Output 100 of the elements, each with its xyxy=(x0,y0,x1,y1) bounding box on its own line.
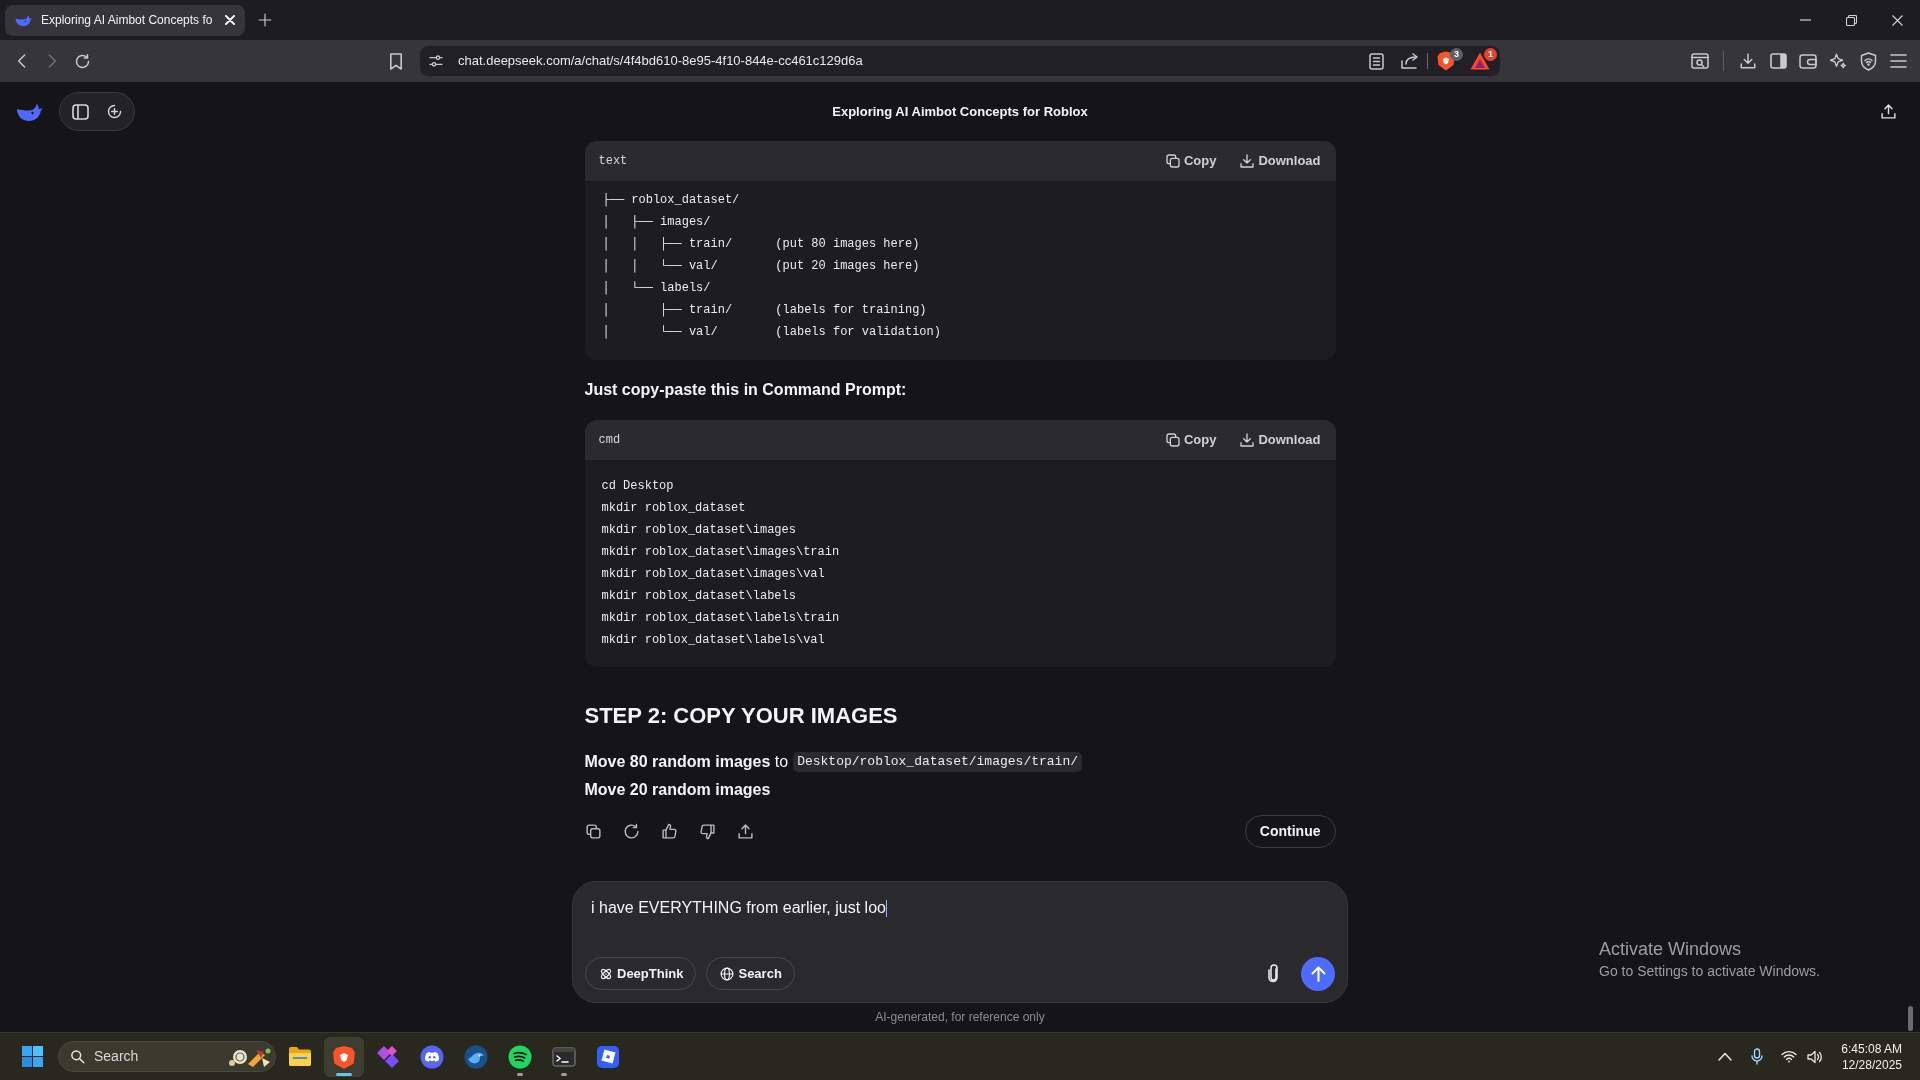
thumbs-down-icon xyxy=(699,823,716,840)
message-input[interactable]: i have EVERYTHING from earlier, just loo xyxy=(585,896,1335,920)
refresh-icon xyxy=(623,823,640,840)
code-line: mkdir roblox_dataset\images xyxy=(601,522,797,539)
code-line: mkdir roblox_dataset xyxy=(601,500,747,517)
code-language-label: cmd xyxy=(598,432,621,449)
notification-badge: 3 xyxy=(1450,48,1463,61)
thumbs-up-icon xyxy=(661,823,678,840)
atom-icon xyxy=(599,966,613,981)
share-button[interactable] xyxy=(736,822,755,841)
search-field[interactable]: Search xyxy=(58,1041,276,1072)
code-line: │ ├── train/ (labels for training) xyxy=(602,302,928,319)
restore-icon xyxy=(1845,14,1857,26)
download-icon xyxy=(1239,432,1256,448)
copy-code-button[interactable]: Copy xyxy=(1164,430,1217,450)
notification-badge: 1 xyxy=(1484,48,1497,61)
wifi-icon[interactable] xyxy=(1781,1050,1798,1063)
page-search-icon xyxy=(1691,53,1709,69)
copy-button[interactable] xyxy=(584,822,603,841)
download-icon xyxy=(1239,153,1256,169)
tiles-icon xyxy=(376,1044,400,1069)
inline-code: Desktop/roblox_dataset/images/train/ xyxy=(793,752,1082,772)
bird-icon xyxy=(464,1044,488,1069)
site-settings-icon[interactable] xyxy=(428,53,444,69)
reader-icon xyxy=(1368,52,1384,70)
address-bar[interactable]: chat.deepseek.com/a/chat/s/4f4bd610-8e95-4f10-844e-cc461c129d6a 3 1 xyxy=(420,46,1500,76)
paragraph-text: Just copy-paste this in Command Prompt: xyxy=(584,380,908,400)
globe-icon xyxy=(720,966,735,981)
start-icon xyxy=(21,1046,43,1067)
code-line: │ └── labels/ xyxy=(602,280,712,297)
send-button[interactable] xyxy=(1301,956,1335,991)
minimize-icon xyxy=(1799,19,1811,21)
paragraph-text: Move 80 random images to xyxy=(584,752,789,772)
code-line: │ │ ├── train/ (put 80 images here) xyxy=(602,236,921,253)
clock-time: 6:45:08 AM xyxy=(1841,1040,1902,1057)
sidebar-toggle-button[interactable] xyxy=(70,101,90,122)
game-controller-icon xyxy=(420,1044,444,1069)
like-button[interactable] xyxy=(660,822,679,841)
menu-icon xyxy=(1889,54,1907,68)
plus-circle-icon xyxy=(105,103,123,120)
clock-date: 12/28/2025 xyxy=(1841,1056,1902,1073)
code-line: │ │ └── val/ (put 20 images here) xyxy=(602,258,921,275)
shield-icon xyxy=(332,1044,356,1069)
shield-icon xyxy=(1859,51,1877,71)
close-icon xyxy=(1891,14,1903,26)
bookmark-icon xyxy=(389,52,403,70)
code-line: mkdir roblox_dataset\labels\train xyxy=(601,610,841,627)
download-code-button[interactable]: Download xyxy=(1239,151,1321,171)
upload-icon xyxy=(737,823,754,840)
regenerate-button[interactable] xyxy=(622,822,641,841)
copy-icon xyxy=(1164,432,1181,448)
section-heading: STEP 2: COPY YOUR IMAGES xyxy=(584,702,899,730)
sidebar-icon xyxy=(71,103,89,120)
download-icon xyxy=(1739,52,1757,70)
code-line: mkdir roblox_dataset\images\train xyxy=(601,544,841,561)
sparkle-icon xyxy=(1829,52,1847,70)
browser-tab[interactable]: Exploring AI Aimbot Concepts fo xyxy=(5,4,245,36)
chevron-up-icon[interactable] xyxy=(1718,1052,1733,1061)
close-icon[interactable] xyxy=(225,15,235,25)
search-icon xyxy=(70,1049,85,1064)
code-line: cd Desktop xyxy=(601,478,675,495)
app-icon xyxy=(596,1044,620,1069)
microphone-icon[interactable] xyxy=(1751,1048,1764,1065)
arrow-up-icon xyxy=(1310,965,1326,982)
text-cursor xyxy=(885,899,887,917)
terminal-icon xyxy=(552,1044,576,1069)
url-text: chat.deepseek.com/a/chat/s/4f4bd610-8e95-4f10-844e-cc461c129d6a xyxy=(458,52,864,71)
copy-icon xyxy=(585,823,602,840)
reload-icon xyxy=(73,52,91,70)
code-line: │ ├── images/ xyxy=(602,214,712,231)
shield-icon xyxy=(1437,51,1455,71)
sidebar-icon xyxy=(1769,53,1787,69)
copy-code-button[interactable]: Copy xyxy=(1164,151,1217,171)
disclaimer-text: AI-generated, for reference only xyxy=(875,1009,1045,1025)
code-line: mkdir roblox_dataset\labels xyxy=(601,588,797,605)
speaker-icon[interactable] xyxy=(1807,1049,1824,1064)
whale-icon xyxy=(15,13,32,27)
paperclip-icon xyxy=(1266,964,1280,983)
code-line: │ └── val/ (labels for validation) xyxy=(602,324,942,341)
taskbar-app-button[interactable] xyxy=(324,1036,364,1077)
upload-icon xyxy=(1879,103,1897,120)
activation-message: Go to Settings to activate Windows. xyxy=(1599,962,1820,981)
music-icon xyxy=(508,1044,532,1069)
code-line: ├── roblox_dataset/ xyxy=(602,192,741,209)
shields-button[interactable]: 3 xyxy=(1432,47,1460,75)
dislike-button[interactable] xyxy=(698,822,717,841)
wallet-icon xyxy=(1799,53,1817,69)
code-language-label: text xyxy=(598,153,628,170)
scrollbar-thumb[interactable] xyxy=(1908,1006,1913,1031)
activation-title: Activate Windows xyxy=(1599,938,1743,961)
copy-icon xyxy=(1164,153,1181,169)
plus-icon xyxy=(258,13,272,27)
share-icon xyxy=(1401,53,1419,69)
chat-title: Exploring AI Aimbot Concepts for Roblox xyxy=(832,102,1088,121)
code-line: mkdir roblox_dataset\labels\val xyxy=(601,632,826,649)
share-chat-button[interactable] xyxy=(1878,101,1898,122)
whale-icon[interactable] xyxy=(16,101,43,122)
rewards-button[interactable]: 1 xyxy=(1466,47,1494,75)
download-code-button[interactable]: Download xyxy=(1239,430,1321,450)
paragraph-text: Move 20 random images xyxy=(584,780,772,800)
